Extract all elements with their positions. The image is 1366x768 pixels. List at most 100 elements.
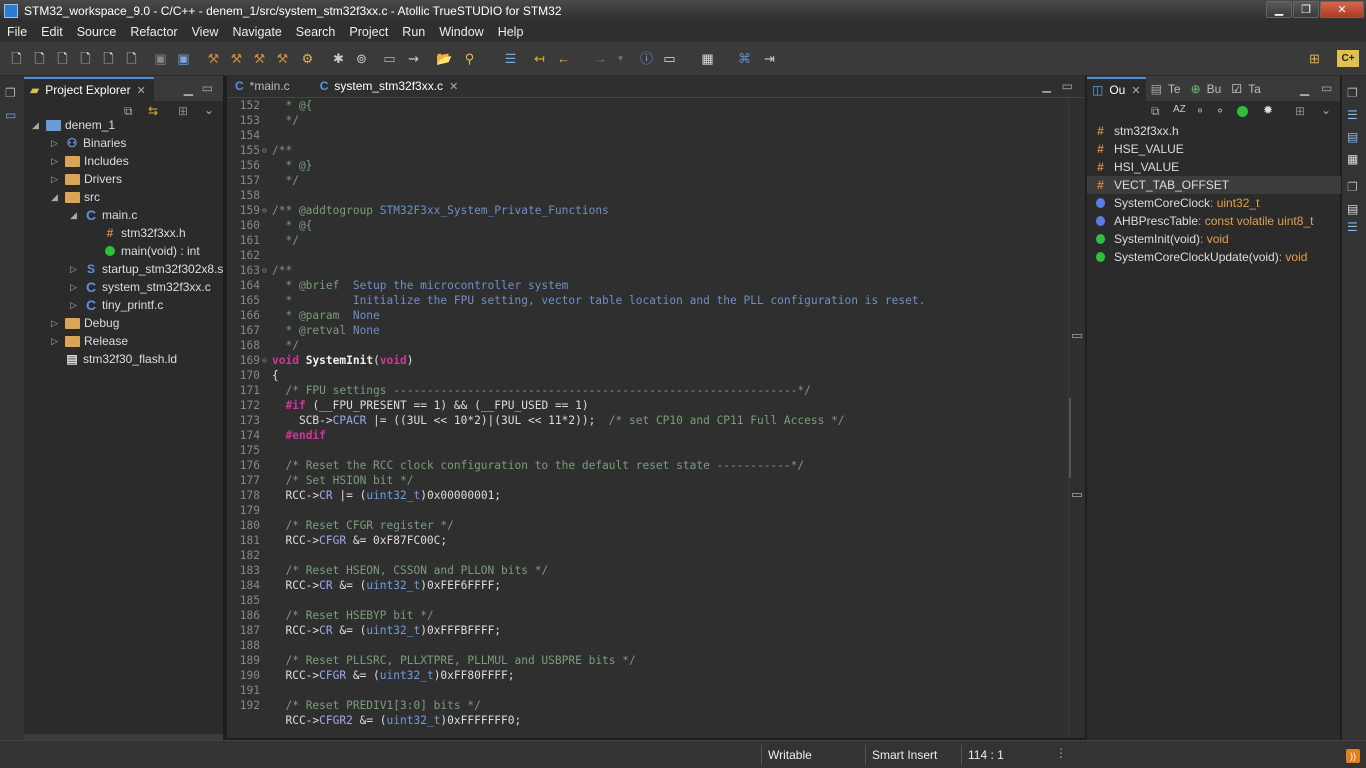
code-line[interactable]: */	[272, 339, 298, 352]
menu-run[interactable]: Run	[395, 25, 432, 39]
tab-project-explorer[interactable]: ▰ Project Explorer ✕	[24, 77, 154, 101]
minimized-view-icon[interactable]: ▭	[5, 108, 16, 122]
outline-view-menu-icon[interactable]: ⌄	[1321, 103, 1331, 117]
code-line[interactable]: /* Reset PLLSRC, PLLXTPRE, PLLMUL and US…	[272, 654, 635, 667]
code-line[interactable]: #endif	[272, 429, 325, 442]
code-line[interactable]: /**	[272, 264, 292, 277]
window-icon[interactable]: ▭	[661, 50, 678, 67]
last-edit-icon[interactable]: ↤	[531, 50, 548, 67]
menu-file[interactable]: File	[0, 25, 34, 39]
collapsed-arrow-icon[interactable]: ▷	[70, 300, 80, 311]
terminal-icon[interactable]: ▭	[381, 50, 398, 67]
maximize-button[interactable]: ❐	[1293, 1, 1319, 18]
fold-toggle-icon[interactable]: ⊖	[262, 356, 267, 365]
outline-item[interactable]: # HSE_VALUE	[1087, 140, 1341, 158]
ruler-marker[interactable]	[1072, 334, 1082, 338]
editor-tab[interactable]: Csystem_stm32f3xx.c ✕	[311, 75, 467, 97]
open-perspective-icon[interactable]: ⊞	[1306, 50, 1323, 67]
external-tools-icon[interactable]: ⇝	[405, 50, 422, 67]
tree-item[interactable]: ▷ ⚇ Binaries	[51, 134, 126, 152]
code-line[interactable]: * @}	[272, 159, 312, 172]
tree-item[interactable]: ▷ Ctiny_printf.c	[70, 296, 163, 314]
tree-item[interactable]: # stm32f3xx.h	[89, 224, 186, 242]
tree-item[interactable]: ▷ Includes	[51, 152, 129, 170]
new-class-icon[interactable]: 🗋	[77, 50, 94, 67]
memory-icon[interactable]: ▤	[1347, 202, 1358, 216]
code-line[interactable]: /* Reset CFGR register */	[272, 519, 453, 532]
scroll-thumb[interactable]	[1069, 398, 1071, 478]
overview-ruler[interactable]	[1068, 98, 1085, 738]
collapsed-arrow-icon[interactable]: ▷	[51, 336, 61, 347]
code-line[interactable]: */	[272, 234, 298, 247]
maximize-view-icon[interactable]: ▭	[202, 81, 213, 95]
code-line[interactable]: * Initialize the FPU setting, vector tab…	[272, 294, 925, 307]
expanded-arrow-icon[interactable]: ◢	[70, 210, 80, 221]
outline-tab[interactable]: ☑ Ta	[1226, 77, 1265, 101]
close-icon[interactable]: ✕	[137, 84, 146, 97]
tree-item[interactable]: ◢ Cmain.c	[70, 206, 137, 224]
fold-toggle-icon[interactable]: ⊖	[262, 206, 267, 215]
status-menu-icon[interactable]: ⋮	[1055, 746, 1067, 760]
tasks-icon[interactable]: ☰	[1347, 108, 1358, 122]
close-button[interactable]: ✕	[1320, 1, 1364, 18]
focus-icon[interactable]: ⊞	[1295, 104, 1305, 118]
code-line[interactable]: void SystemInit(void)	[272, 354, 414, 367]
outline-item[interactable]: # stm32f3xx.h	[1087, 122, 1341, 140]
editor-maximize-icon[interactable]: ▭	[1062, 79, 1073, 93]
collapsed-arrow-icon[interactable]: ▷	[70, 264, 80, 275]
tree-item[interactable]: ▷ Csystem_stm32f3xx.c	[70, 278, 211, 296]
forward-dropdown-icon[interactable]: ▾	[612, 50, 629, 67]
outline-item[interactable]: SystemInit(void) : void	[1087, 230, 1341, 248]
open-folder-icon[interactable]: 📂	[436, 50, 453, 67]
outline-minimize-icon[interactable]: ▁	[1300, 82, 1309, 96]
new-project-icon[interactable]: 🗋	[123, 50, 140, 67]
editor-minimize-icon[interactable]: ▁	[1043, 80, 1051, 93]
clean-icon[interactable]: ⚒	[274, 50, 291, 67]
code-line[interactable]: #if (__FPU_PRESENT == 1) && (__FPU_USED …	[272, 399, 588, 412]
menu-search[interactable]: Search	[289, 25, 343, 39]
outline-item[interactable]: # VECT_TAB_OFFSET	[1087, 176, 1341, 194]
outline-item[interactable]: AHBPrescTable : const volatile uint8_t	[1087, 212, 1341, 230]
build-icon[interactable]: ⚒	[205, 50, 222, 67]
code-line[interactable]: */	[272, 114, 298, 127]
debug-icon[interactable]: ✱	[330, 50, 347, 67]
save-all-icon[interactable]: ▣	[175, 50, 192, 67]
tree-item[interactable]: ▷ Debug	[51, 314, 119, 332]
minimize-button[interactable]: ▁	[1266, 1, 1292, 18]
code-line[interactable]: SCB->CPACR |= ((3UL << 10*2)|(3UL << 11*…	[272, 414, 845, 427]
menu-source[interactable]: Source	[70, 25, 124, 39]
code-line[interactable]: RCC->CFGR2 &= (uint32_t)0xFFFFFFF0;	[272, 714, 521, 727]
info-icon[interactable]: ⓘ	[638, 50, 655, 67]
code-line[interactable]: */	[272, 174, 298, 187]
sort-icon[interactable]: AZ	[1173, 104, 1186, 115]
code-line[interactable]: RCC->CFGR &= (uint32_t)0xFF80FFFF;	[272, 669, 514, 682]
code-line[interactable]: * @brief Setup the microcontroller syste…	[272, 279, 568, 292]
code-line[interactable]: * @{	[272, 99, 312, 112]
code-line[interactable]: /* Reset HSEON, CSSON and PLLON bits */	[272, 564, 548, 577]
target-icon[interactable]: ⊚	[353, 50, 370, 67]
new-file-icon[interactable]: 🗋	[8, 50, 25, 67]
fold-toggle-icon[interactable]: ⊖	[262, 146, 267, 155]
rss-icon[interactable]: ))	[1346, 749, 1360, 763]
collapse-all-outline-icon[interactable]: ⧉	[1151, 104, 1160, 119]
ruler-marker[interactable]	[1072, 493, 1082, 497]
collapsed-arrow-icon[interactable]: ▷	[51, 138, 61, 149]
toggle-mark-icon[interactable]: ☰	[502, 50, 519, 67]
code-line[interactable]: /**	[272, 144, 292, 157]
hide-fields-icon[interactable]: ⚬	[1195, 104, 1205, 118]
search-icon[interactable]: ⚲	[461, 50, 478, 67]
view-menu-icon[interactable]: ⌄	[204, 103, 214, 117]
menu-edit[interactable]: Edit	[34, 25, 70, 39]
build-all-icon[interactable]: ⚒	[228, 50, 245, 67]
code-line[interactable]: /** @addtogroup STM32F3xx_System_Private…	[272, 204, 609, 217]
code-line[interactable]: /* Reset the RCC clock configuration to …	[272, 459, 804, 472]
fold-toggle-icon[interactable]: ⊖	[262, 266, 267, 275]
code-line[interactable]: /* Set HSION bit */	[272, 474, 413, 487]
outline-tab[interactable]: ▤ Te	[1146, 77, 1186, 101]
close-tab-icon[interactable]: ✕	[449, 80, 458, 93]
minimize-view-icon[interactable]: ▁	[184, 82, 193, 96]
group-includes-icon[interactable]: ✹	[1263, 103, 1273, 117]
expanded-arrow-icon[interactable]: ◢	[51, 192, 61, 203]
tree-item[interactable]: ◢ denem_1	[32, 116, 115, 134]
menu-refactor[interactable]: Refactor	[123, 25, 184, 39]
